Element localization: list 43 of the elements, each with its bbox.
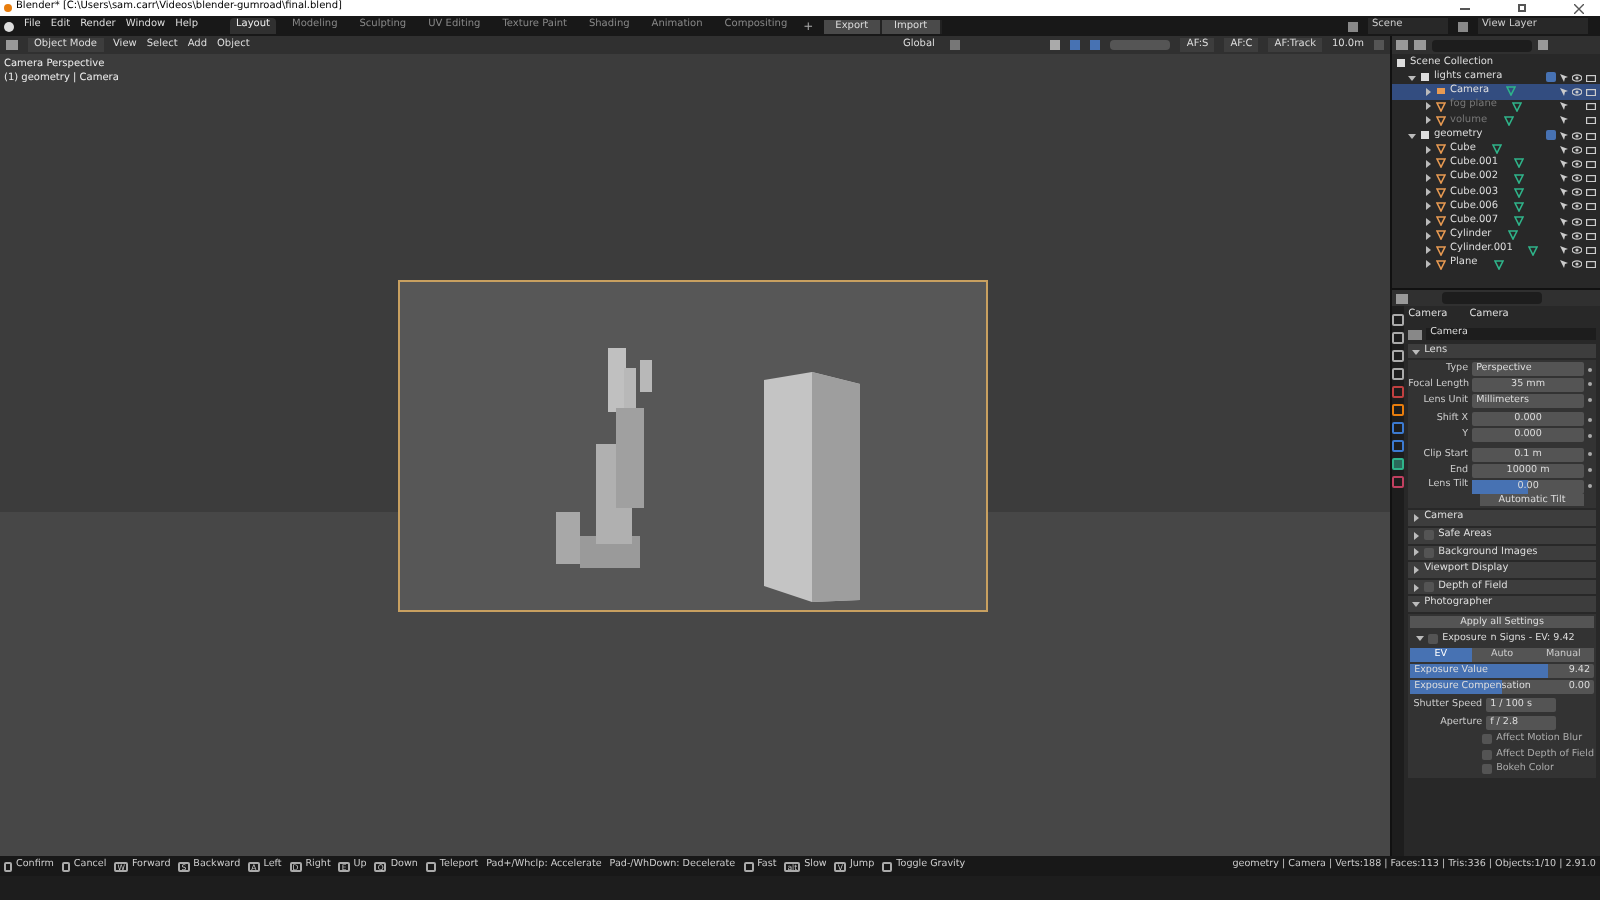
search-field[interactable] (1442, 292, 1542, 304)
eye-icon[interactable] (1572, 73, 1582, 82)
eye-icon[interactable] (1572, 231, 1582, 240)
checkbox[interactable] (1424, 530, 1435, 541)
search-field[interactable] (1432, 39, 1532, 51)
eye-icon[interactable] (1572, 217, 1582, 226)
checkbox[interactable] (1428, 633, 1439, 644)
mouse-icon (61, 861, 70, 871)
eye-icon[interactable] (1572, 159, 1582, 168)
key-icon (882, 861, 893, 871)
eye-icon[interactable] (1572, 260, 1582, 269)
collection-icon (1420, 130, 1430, 141)
eye-icon[interactable] (1572, 174, 1582, 183)
eye-icon[interactable] (1572, 87, 1582, 96)
checkbox[interactable] (1546, 72, 1556, 83)
mouse-icon (4, 861, 12, 871)
key-icon (743, 861, 754, 871)
close-icon[interactable] (1574, 3, 1584, 13)
eye-icon[interactable] (1572, 246, 1582, 255)
checkbox[interactable] (1482, 734, 1493, 745)
expanded-arrow-icon[interactable] (1408, 73, 1416, 82)
checkbox[interactable] (1482, 749, 1493, 760)
camera-icon (1436, 86, 1446, 97)
checkbox[interactable] (1424, 547, 1435, 558)
checkbox[interactable] (1424, 582, 1435, 593)
mesh-data-icon (1491, 144, 1502, 155)
eye-icon[interactable] (1572, 145, 1582, 154)
expanded-arrow-icon[interactable] (1408, 131, 1416, 140)
maximize-icon[interactable] (1518, 4, 1526, 12)
expanded-arrow-icon[interactable] (1416, 634, 1425, 643)
collection-icon (1396, 58, 1406, 69)
checkbox[interactable] (1546, 130, 1556, 141)
minimize-icon[interactable] (1460, 7, 1470, 9)
expanded-arrow-icon[interactable] (1412, 347, 1421, 355)
app-logo-icon (4, 4, 12, 12)
collection-icon (1420, 72, 1430, 83)
eye-icon[interactable] (1572, 131, 1582, 140)
checkbox[interactable] (1482, 764, 1493, 775)
mesh-data-icon (1493, 259, 1504, 270)
key-icon (425, 861, 436, 871)
eye-icon[interactable] (1572, 202, 1582, 211)
eye-icon[interactable] (1572, 188, 1582, 197)
expanded-arrow-icon[interactable] (1412, 600, 1421, 609)
